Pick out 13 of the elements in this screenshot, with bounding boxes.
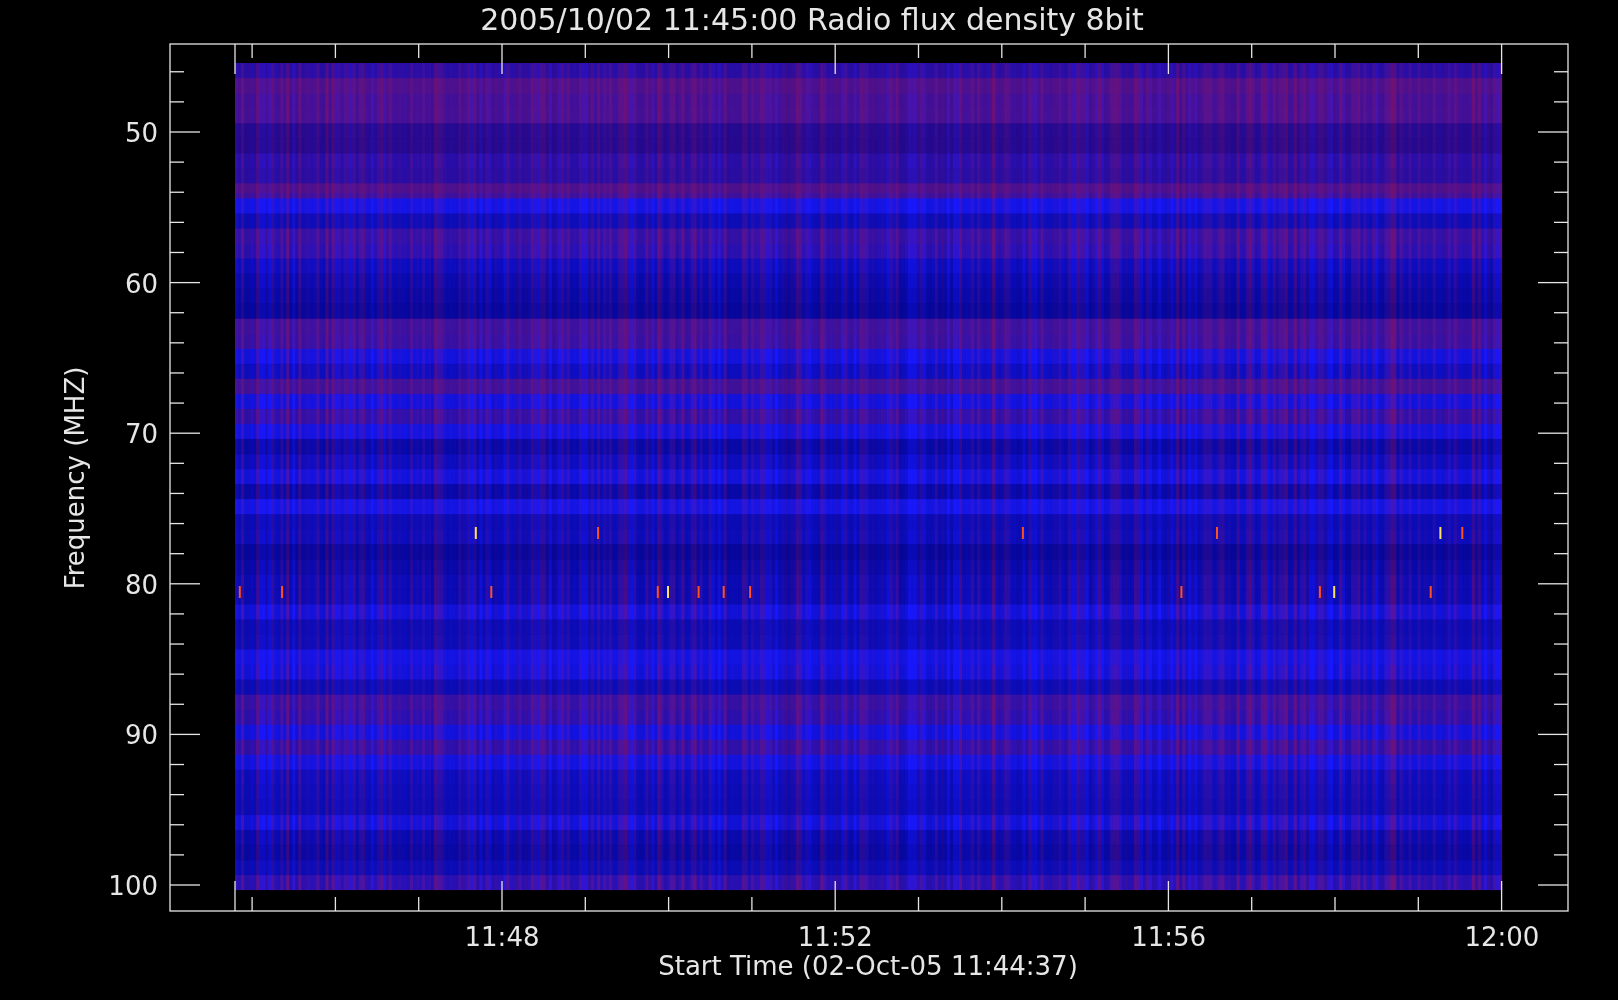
tick-label: 100 xyxy=(108,871,158,901)
tick-label: 70 xyxy=(124,419,158,450)
tick-label: 80 xyxy=(124,569,158,600)
plot-title: 2005/10/02 11:45:00 Radio flux density 8bit xyxy=(480,2,1144,37)
tick-label: 50 xyxy=(124,118,158,148)
axis-label: Start Time (02-Oct-05 11:44:37) xyxy=(658,951,1078,981)
tick-label: 11:56 xyxy=(1131,922,1207,952)
tick-label: 90 xyxy=(124,720,158,751)
tick-label: 12:00 xyxy=(1464,922,1540,952)
tick-label: 11:48 xyxy=(464,922,540,952)
axis-label: Frequency (MHZ) xyxy=(60,366,90,590)
tick-label: 60 xyxy=(124,268,158,299)
tick-label: 11:52 xyxy=(797,922,873,952)
